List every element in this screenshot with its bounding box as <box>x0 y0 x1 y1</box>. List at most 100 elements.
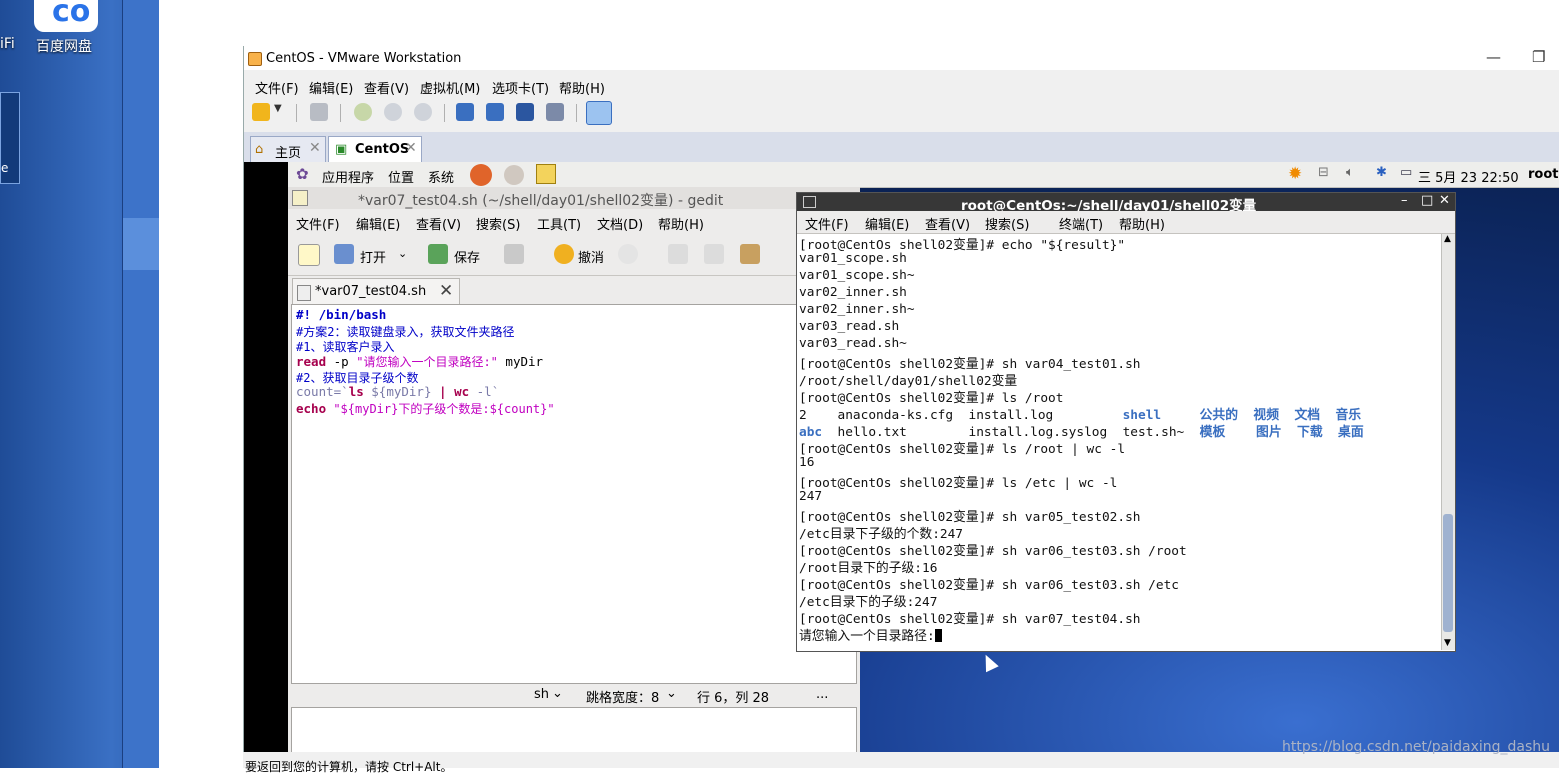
copy-icon[interactable] <box>704 244 724 264</box>
panel-clock[interactable]: 三 5月 23 22:50 <box>1418 167 1519 186</box>
desktop-icon-label-wifi[interactable]: iFi <box>0 36 15 52</box>
code-line: echo "${myDir}下的子级个数是:${count}" <box>296 401 555 416</box>
cut-icon[interactable] <box>668 244 688 264</box>
terminal-menu-view[interactable]: 查看(V) <box>925 214 970 233</box>
baidu-netdisk-icon[interactable]: co <box>34 0 98 32</box>
pause-icon[interactable] <box>252 103 270 121</box>
menu-places[interactable]: 位置 <box>388 167 414 186</box>
terminal-output[interactable]: [root@CentOs shell02变量]# echo "${result}… <box>797 234 1441 650</box>
vm-menu-edit[interactable]: 编辑(E) <box>309 78 353 97</box>
bluetooth-icon[interactable]: ✱ <box>1376 165 1387 180</box>
vm-menu-help[interactable]: 帮助(H) <box>559 78 605 97</box>
vm-menu-file[interactable]: 文件(F) <box>255 78 299 97</box>
display-icon[interactable]: ▭ <box>1400 165 1412 180</box>
guest-screen[interactable]: ✿ 应用程序 位置 系统 ✹ ⊟ 🔈︎ ✱ ▭ 三 5月 23 22:50 ro… <box>244 162 1559 754</box>
network-icon[interactable]: ⊟ <box>1318 165 1329 180</box>
paste-icon[interactable] <box>740 244 760 264</box>
terminal-menu-help[interactable]: 帮助(H) <box>1119 214 1165 233</box>
gedit-menu-tools[interactable]: 工具(T) <box>537 214 581 233</box>
new-file-icon[interactable] <box>298 244 320 266</box>
mail-icon[interactable] <box>504 165 524 185</box>
scroll-down-icon[interactable]: ▼ <box>1444 638 1451 648</box>
firefox-icon[interactable] <box>470 164 492 186</box>
app-icon[interactable]: e <box>0 92 20 184</box>
stretch-icon[interactable] <box>586 101 612 125</box>
terminal-scrollbar[interactable]: ▲ ▼ <box>1441 234 1455 650</box>
gedit-menu-help[interactable]: 帮助(H) <box>658 214 704 233</box>
save-icon[interactable] <box>428 244 448 264</box>
open-button[interactable]: 打开 <box>360 247 386 266</box>
tab-width-selector[interactable]: 跳格宽度：8 <box>586 687 659 706</box>
undo-button[interactable]: 撤消 <box>578 247 604 266</box>
gedit-menu-documents[interactable]: 文档(D) <box>597 214 643 233</box>
gnome-top-panel: ✿ 应用程序 位置 系统 ✹ ⊟ 🔈︎ ✱ ▭ 三 5月 23 22:50 ro… <box>288 162 1559 188</box>
fullscreen-icon[interactable] <box>516 103 534 121</box>
panel-user[interactable]: root <box>1528 167 1559 182</box>
save-button[interactable]: 保存 <box>454 247 480 266</box>
host-taskbar-strip <box>122 0 160 768</box>
console-view-icon[interactable] <box>486 103 504 121</box>
gedit-document-tab[interactable]: *var07_test04.sh ✕ <box>292 278 460 305</box>
terminal-menu-terminal[interactable]: 终端(T) <box>1059 214 1103 233</box>
gedit-bottom-pane[interactable] <box>291 707 857 754</box>
terminal-line: [root@CentOs shell02变量]# ls /root | wc -… <box>799 442 1126 457</box>
chevron-down-icon[interactable]: ⌄ <box>398 247 407 260</box>
code-line: read -p "请您输入一个目录路径:" myDir <box>296 354 544 369</box>
snapshot-manager-icon[interactable] <box>414 103 432 121</box>
unity-icon[interactable] <box>546 103 564 121</box>
vmware-toolbar: ▼ <box>244 98 1559 128</box>
terminal-line: [root@CentOs shell02变量]# ls /etc | wc -l <box>799 476 1118 491</box>
terminal-icon <box>803 196 816 208</box>
vmware-menubar: 文件(F) 编辑(E) 查看(V) 虚拟机(M) 选项卡(T) 帮助(H) <box>244 74 1559 97</box>
volume-icon[interactable]: 🔈︎ <box>1346 165 1354 180</box>
desktop-icon-label-baidu[interactable]: 百度网盘 <box>36 36 92 56</box>
guest-left-border <box>244 162 288 752</box>
open-folder-icon[interactable] <box>334 244 354 264</box>
chevron-down-icon[interactable]: ⌄ <box>552 686 563 701</box>
close-icon[interactable]: ✕ <box>309 140 321 156</box>
terminal-line: var03_read.sh~ <box>799 336 907 351</box>
tab-home[interactable]: ⌂ 主页 ✕ <box>250 136 326 162</box>
terminal-menu-file[interactable]: 文件(F) <box>805 214 849 233</box>
gedit-menu-search[interactable]: 搜索(S) <box>476 214 520 233</box>
gnome-foot-icon[interactable]: ✿ <box>296 165 309 183</box>
vm-menu-tabs[interactable]: 选项卡(T) <box>492 78 549 97</box>
close-icon[interactable]: ✕ <box>405 140 417 156</box>
revert-snapshot-icon[interactable] <box>384 103 402 121</box>
update-icon[interactable]: ✹ <box>1288 164 1302 184</box>
undo-icon[interactable] <box>554 244 574 264</box>
vm-menu-view[interactable]: 查看(V) <box>364 78 409 97</box>
text-cursor <box>934 629 942 642</box>
terminal-line: 16 <box>799 455 815 470</box>
close-button[interactable]: ✕ <box>1439 193 1450 208</box>
maximize-button[interactable]: □ <box>1421 193 1433 208</box>
restore-button[interactable]: ❐ <box>1532 48 1545 66</box>
send-ctrl-alt-del-icon[interactable] <box>310 103 328 121</box>
snapshot-icon[interactable] <box>354 103 372 121</box>
redo-icon[interactable] <box>618 244 638 264</box>
minimize-button[interactable]: – <box>1401 193 1408 208</box>
terminal-menu-edit[interactable]: 编辑(E) <box>865 214 909 233</box>
print-icon[interactable] <box>504 244 524 264</box>
terminal-menu-search[interactable]: 搜索(S) <box>985 214 1029 233</box>
chevron-down-icon[interactable]: ⌄ <box>666 686 677 701</box>
menu-applications[interactable]: 应用程序 <box>322 167 374 186</box>
gedit-menu-edit[interactable]: 编辑(E) <box>356 214 400 233</box>
note-icon[interactable] <box>536 164 556 184</box>
vm-menu-vm[interactable]: 虚拟机(M) <box>420 78 480 97</box>
minimize-button[interactable]: — <box>1486 48 1501 66</box>
language-selector[interactable]: sh <box>534 687 549 702</box>
tab-centos[interactable]: ▣ CentOS ✕ <box>328 136 422 163</box>
terminal-prompt-line[interactable]: 请您输入一个目录路径: <box>799 625 942 644</box>
gedit-menu-view[interactable]: 查看(V) <box>416 214 461 233</box>
gedit-title: *var07_test04.sh (~/shell/day01/shell02变… <box>358 193 724 209</box>
vmware-titlebar: CentOS - VMware Workstation — ❐ <box>244 46 1559 70</box>
close-icon[interactable]: ✕ <box>439 281 453 301</box>
sidebar-icon[interactable] <box>456 103 474 121</box>
chevron-down-icon[interactable]: ▼ <box>274 103 284 121</box>
scroll-up-icon[interactable]: ▲ <box>1444 234 1451 244</box>
scrollbar-thumb[interactable] <box>1443 514 1453 632</box>
menu-system[interactable]: 系统 <box>428 167 454 186</box>
gedit-menu-file[interactable]: 文件(F) <box>296 214 340 233</box>
gedit-text-area[interactable]: #! /bin/bash #方案2：读取键盘录入，获取文件夹路径 #1、读取客户… <box>291 304 857 684</box>
